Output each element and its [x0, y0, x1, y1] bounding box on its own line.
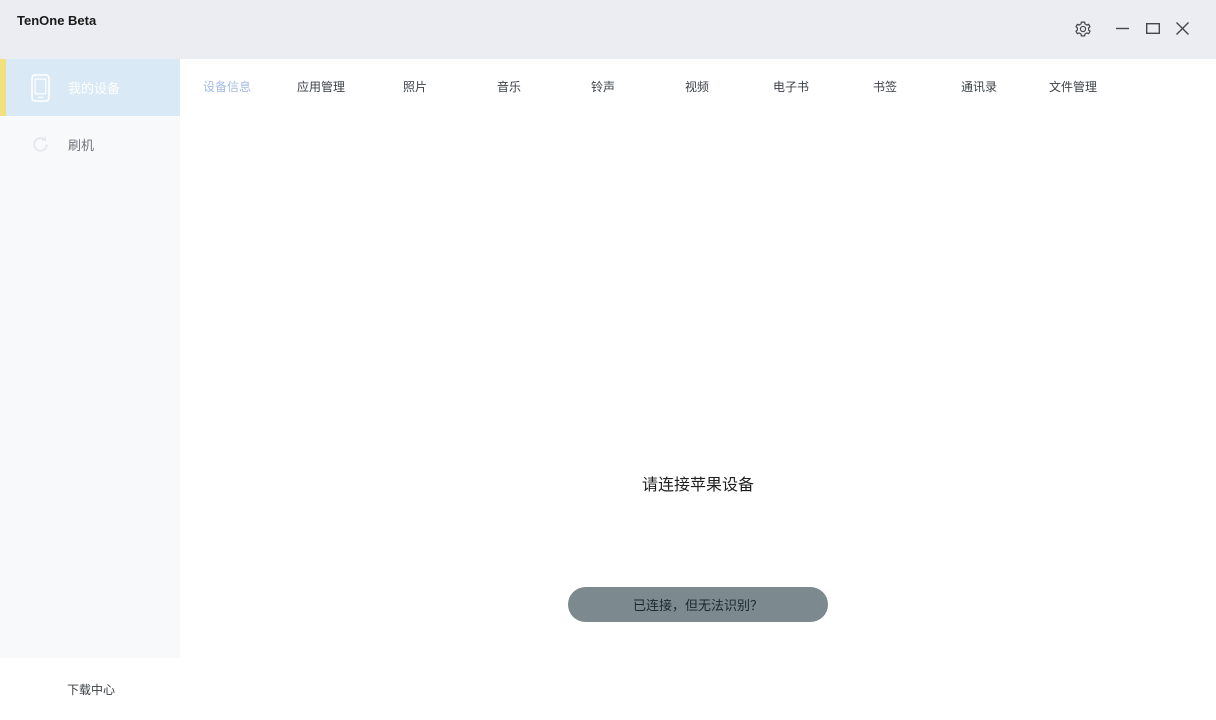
close-icon [1176, 22, 1189, 35]
active-indicator [0, 59, 6, 116]
tab-file-management[interactable]: 文件管理 [1026, 59, 1120, 115]
minimize-button[interactable] [1109, 15, 1136, 42]
sidebar-item-label: 刷机 [68, 138, 95, 153]
tab-bar: 设备信息 应用管理 照片 音乐 铃声 视频 电子书 书签 通讯录 文件管理 [180, 59, 1120, 115]
app-window: TenOne Beta 我的设备 刷机 设备信息 应用管理 照片 音乐 铃声 视… [0, 0, 1216, 720]
settings-button[interactable] [1069, 15, 1096, 42]
tab-device-info[interactable]: 设备信息 [180, 59, 274, 115]
maximize-icon [1145, 23, 1160, 34]
tab-videos[interactable]: 视频 [650, 59, 744, 115]
refresh-icon [31, 134, 50, 155]
titlebar: TenOne Beta [0, 0, 1216, 59]
minimize-icon [1116, 27, 1129, 30]
maximize-button[interactable] [1139, 15, 1166, 42]
tab-ebooks[interactable]: 电子书 [744, 59, 838, 115]
app-title: TenOne Beta [17, 13, 97, 28]
connect-device-message: 请连接苹果设备 [641, 477, 754, 494]
main-content: 设备信息 应用管理 照片 音乐 铃声 视频 电子书 书签 通讯录 文件管理 请连… [180, 59, 1216, 658]
download-center-link[interactable]: 下载中心 [67, 681, 115, 698]
sidebar-item-flash[interactable]: 刷机 [0, 116, 180, 173]
tab-contacts[interactable]: 通讯录 [932, 59, 1026, 115]
sidebar-item-my-device[interactable]: 我的设备 [0, 59, 180, 116]
tab-app-management[interactable]: 应用管理 [274, 59, 368, 115]
tab-photos[interactable]: 照片 [368, 59, 462, 115]
footer: 下载中心 [0, 658, 1216, 720]
not-recognized-button[interactable]: 已连接，但无法识别？ [568, 587, 828, 622]
tab-ringtones[interactable]: 铃声 [556, 59, 650, 115]
sidebar-item-label: 我的设备 [68, 81, 121, 96]
sidebar: 我的设备 刷机 [0, 59, 180, 658]
tab-bookmarks[interactable]: 书签 [838, 59, 932, 115]
close-button[interactable] [1169, 15, 1196, 42]
phone-icon [31, 73, 50, 102]
tab-music[interactable]: 音乐 [462, 59, 556, 115]
gear-icon [1074, 20, 1092, 38]
